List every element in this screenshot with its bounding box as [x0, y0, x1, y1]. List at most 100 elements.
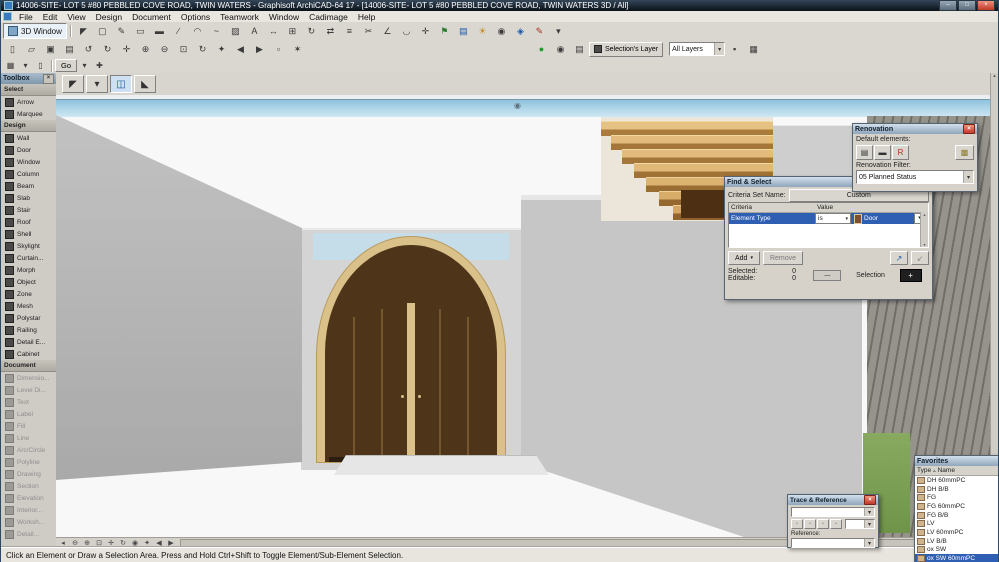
door-leaves[interactable] [325, 245, 497, 462]
selections-layer-button[interactable]: Selection's Layer [589, 41, 664, 57]
pencil-icon[interactable]: ✎ [112, 23, 131, 39]
toolbox-item[interactable]: Railing [1, 324, 56, 336]
menu-item[interactable]: File [14, 12, 38, 22]
camera-icon[interactable]: ◉ [492, 23, 511, 39]
favorite-item[interactable]: ox SW [915, 546, 998, 555]
project-chooser-icon[interactable]: ▦ [3, 59, 18, 72]
fit-in-window-icon[interactable]: ⊡ [174, 41, 193, 57]
undo-icon[interactable]: ↺ [79, 41, 98, 57]
close-icon[interactable]: × [864, 495, 876, 505]
chevron-down-icon[interactable]: ▾ [963, 171, 973, 183]
pick-up-criteria-icon[interactable]: ↗ [890, 251, 908, 265]
toolbox-item[interactable]: Zone [1, 288, 56, 300]
chevron-down-icon[interactable]: ▾ [714, 43, 725, 55]
toolbox-item[interactable]: Marquee [1, 108, 56, 120]
walk-mode-icon[interactable]: ✚ [92, 59, 107, 72]
toolbox-item[interactable]: Line [1, 432, 56, 444]
grid-tool-icon[interactable]: ⊞ [283, 23, 302, 39]
toolbox-item[interactable]: Section [1, 480, 56, 492]
selection-marquee-icon[interactable]: ▫ [269, 41, 288, 57]
toolbox-item[interactable]: Level Di... [1, 384, 56, 396]
trace-rotate-icon[interactable]: ▫ [804, 519, 816, 529]
scroll-down-icon[interactable]: ▾ [923, 242, 925, 247]
toolbox-item[interactable]: Column [1, 168, 56, 180]
existing-elements-icon[interactable]: ▤ [856, 145, 873, 160]
menu-item[interactable]: Window [264, 12, 304, 22]
trim-icon[interactable]: ✂ [359, 23, 378, 39]
chevron-down-icon[interactable]: ▾ [864, 539, 874, 547]
dimension-tool-icon[interactable]: ↔ [264, 23, 283, 39]
toolbox-item[interactable]: Polystar [1, 312, 56, 324]
toolbox-item[interactable]: Slab [1, 192, 56, 204]
reference-combo[interactable]: ▾ [791, 538, 875, 548]
trace-more-icon[interactable]: ▫ [830, 519, 842, 529]
operator-combo[interactable]: is ▾ [815, 213, 851, 224]
go-button[interactable]: Go [55, 59, 78, 72]
close-icon[interactable]: × [43, 73, 54, 84]
toolbox-item[interactable]: Object [1, 276, 56, 288]
menu-item[interactable]: Options [176, 12, 215, 22]
toolbox-group-document[interactable]: Document [1, 360, 56, 372]
demolished-elements-icon[interactable]: R [892, 145, 909, 160]
eraser-icon[interactable]: ▭ [131, 23, 150, 39]
toolbox-item[interactable]: Morph [1, 264, 56, 276]
wall-tool-icon[interactable]: ▬ [150, 23, 169, 39]
name-column-header[interactable]: Name [938, 467, 955, 474]
favorite-item[interactable]: FG [915, 493, 998, 502]
toolbox-item[interactable]: Polyline [1, 456, 56, 468]
trace-switch-icon[interactable]: ▫ [791, 519, 803, 529]
menu-item[interactable]: View [62, 12, 90, 22]
fillet-icon[interactable]: ◡ [397, 23, 416, 39]
quick-render-icon[interactable]: ● [532, 41, 551, 57]
toolbox-item[interactable]: Drawing [1, 468, 56, 480]
menu-item[interactable]: Cadimage [304, 12, 353, 22]
toolbox-title-bar[interactable]: Toolbox × [1, 73, 56, 84]
toolbox-item[interactable]: Shell [1, 228, 56, 240]
criteria-column-header[interactable]: Criteria [729, 204, 817, 211]
trace-move-icon[interactable]: ▫ [817, 519, 829, 529]
apply-criteria-icon[interactable]: ↙ [911, 251, 929, 265]
arrow-cursor-icon[interactable]: ◤ [74, 23, 93, 39]
favorites-list[interactable]: DH 60mmPC DH B/B FG FG 60mmPC FG B/B LV … [915, 476, 998, 562]
toolbox-item[interactable]: Text [1, 396, 56, 408]
layers-icon[interactable]: ▤ [454, 23, 473, 39]
toolbox-item[interactable]: Stair [1, 204, 56, 216]
trace-option-combo[interactable]: ▾ [845, 519, 875, 529]
door-step[interactable] [334, 455, 549, 475]
sub-element-icon[interactable]: ◣ [134, 75, 156, 93]
toolbox-item[interactable]: Interior... [1, 504, 56, 516]
active-door-tool-icon[interactable]: ◫ [110, 75, 132, 93]
project-dropdown-icon[interactable]: ▾ [18, 59, 33, 72]
more-tools-icon[interactable]: ▾ [549, 23, 568, 39]
chevron-down-icon[interactable]: ▾ [864, 520, 874, 528]
open-file-icon[interactable]: ▱ [22, 41, 41, 57]
add-button[interactable]: Add ▾ [728, 251, 760, 265]
table-scrollbar[interactable]: ▴ ▾ [920, 212, 928, 247]
left-wall[interactable] [56, 115, 302, 480]
quick-layers-icon[interactable]: ▤ [570, 41, 589, 57]
mirror-icon[interactable]: ⇄ [321, 23, 340, 39]
value-column-header[interactable]: Value [817, 204, 833, 211]
show-selection-icon[interactable]: ◉ [551, 41, 570, 57]
menu-item[interactable]: Edit [38, 12, 63, 22]
favorites-title-bar[interactable]: Favorites [915, 456, 998, 466]
menu-item[interactable]: Help [353, 12, 380, 22]
scroll-up-icon[interactable]: ▴ [993, 73, 996, 79]
line-tool-icon[interactable]: ∕ [169, 23, 188, 39]
trace-reference-title-bar[interactable]: Trace & Reference × [788, 495, 878, 505]
align-icon[interactable]: ≡ [340, 23, 359, 39]
document-view-icon[interactable]: ▯ [33, 59, 48, 72]
arrow-tool-icon[interactable]: ◤ [62, 75, 84, 93]
close-button[interactable]: × [977, 0, 995, 11]
toolbox-item[interactable]: Door [1, 144, 56, 156]
toolbox-group-design[interactable]: Design [1, 120, 56, 132]
explore-icon[interactable]: ✦ [212, 41, 231, 57]
find-select-icon[interactable]: ✶ [288, 41, 307, 57]
toolbox-item[interactable]: Window [1, 156, 56, 168]
menu-item[interactable]: Document [127, 12, 176, 22]
favorite-item[interactable]: FG 60mmPC [915, 502, 998, 511]
selection-options-icon[interactable]: ▾ [86, 75, 108, 93]
layer-settings-icon[interactable]: ▦ [744, 41, 763, 57]
renovation-title-bar[interactable]: Renovation × [853, 124, 977, 134]
zoom-in-icon[interactable]: ⊕ [136, 41, 155, 57]
